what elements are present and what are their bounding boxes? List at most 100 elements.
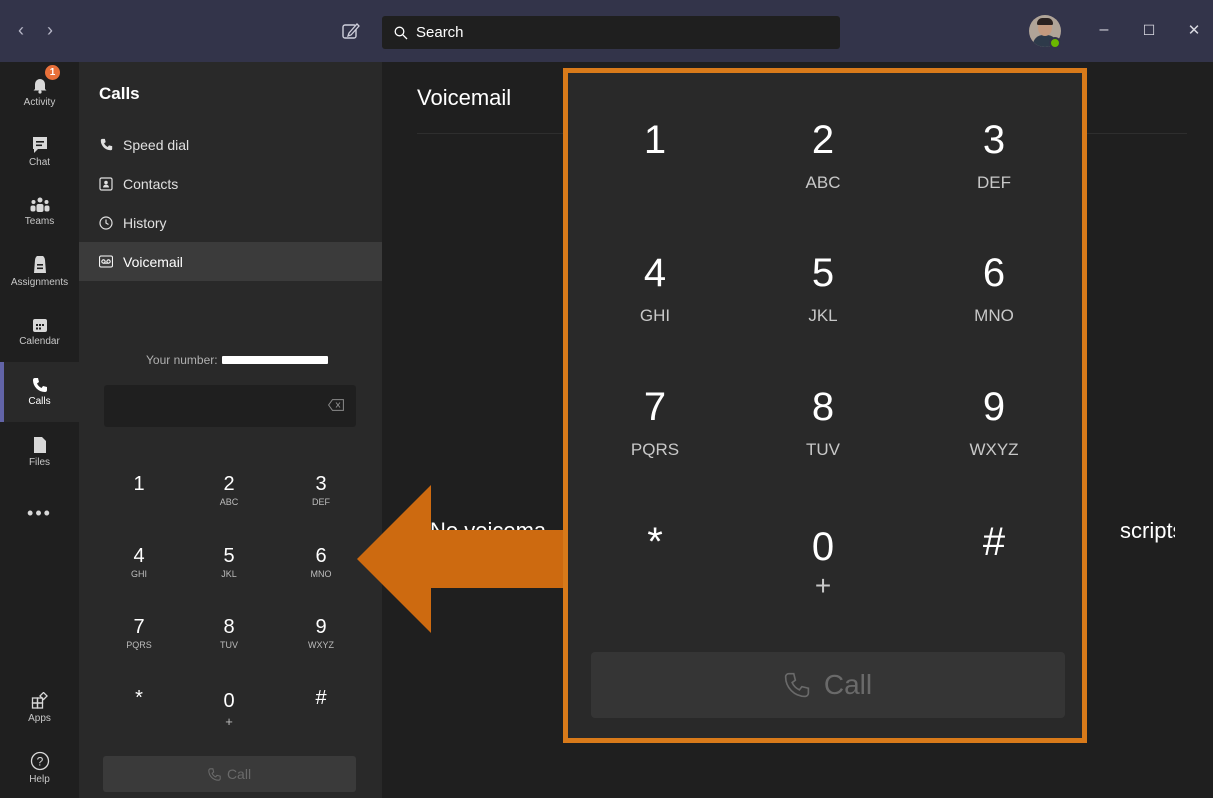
app-activity[interactable]: 1 Activity <box>0 62 79 122</box>
zoom-key-6[interactable]: 6 MNO <box>934 250 1054 326</box>
nav-speed-dial[interactable]: Speed dial <box>79 125 382 164</box>
app-label: Teams <box>24 216 55 227</box>
app-assignments[interactable]: Assignments <box>0 242 79 302</box>
key-digit: # <box>315 687 327 709</box>
calendar-icon <box>32 319 47 332</box>
file-icon <box>33 437 46 453</box>
dialpad-key-0[interactable]: 0 + <box>194 689 264 729</box>
key-digit: 9 <box>315 616 327 638</box>
key-digit: * <box>647 520 663 564</box>
dialpad-key-star[interactable]: * <box>104 686 174 711</box>
your-number: Your number: <box>146 353 328 367</box>
key-letters: DEF <box>312 497 330 507</box>
app-teams[interactable]: Teams <box>0 182 79 242</box>
zoom-key-9[interactable]: 9 WXYZ <box>934 384 1054 460</box>
key-letters: PQRS <box>126 640 152 650</box>
dial-input[interactable] <box>104 385 356 427</box>
key-letters: JKL <box>221 569 237 579</box>
teams-icon <box>30 197 49 212</box>
key-digit: 5 <box>811 251 835 295</box>
zoom-call-button[interactable]: Call <box>591 652 1065 718</box>
title-bar: ‹ › Search – ☐ ✕ <box>0 0 1213 62</box>
app-files[interactable]: Files <box>0 422 79 482</box>
clock-icon <box>99 215 113 230</box>
zoom-key-1[interactable]: 1 <box>595 117 715 173</box>
key-digit: * <box>135 687 143 709</box>
key-digit: 5 <box>223 545 235 567</box>
zoom-key-7[interactable]: 7 PQRS <box>595 384 715 460</box>
new-chat-icon[interactable] <box>341 21 361 41</box>
key-digit: 2 <box>223 473 235 495</box>
key-digit: 4 <box>643 251 667 295</box>
backspace-icon[interactable] <box>328 399 344 411</box>
search-input[interactable]: Search <box>382 16 840 49</box>
key-digit: 6 <box>982 251 1006 295</box>
dialpad-key-6[interactable]: 6 MNO <box>286 544 356 579</box>
dialpad-key-3[interactable]: 3 DEF <box>286 472 356 507</box>
svg-text:?: ? <box>36 755 43 769</box>
your-number-label: Your number: <box>146 353 218 367</box>
zoom-key-0[interactable]: 0 + <box>763 524 883 602</box>
contacts-icon <box>99 176 113 191</box>
key-letters: TUV <box>220 640 238 650</box>
app-label: Help <box>29 774 50 785</box>
nav-contacts[interactable]: Contacts <box>79 164 382 203</box>
zoomed-dialpad: 1 2 ABC 3 DEF 4 GHI 5 JKL 6 MNO 7 PQRS 8 TUV 9 W… <box>563 68 1087 743</box>
key-digit: 6 <box>315 545 327 567</box>
phone-icon <box>99 138 113 152</box>
phone-icon <box>784 672 810 698</box>
key-digit: 1 <box>643 118 667 162</box>
key-letters: TUV <box>806 440 840 459</box>
app-help[interactable]: ? Help <box>0 738 79 798</box>
key-digit: 7 <box>133 616 145 638</box>
search-icon <box>394 26 408 39</box>
dialpad-key-8[interactable]: 8 TUV <box>194 615 264 650</box>
key-digit: 0 <box>223 690 235 712</box>
dialpad-key-7[interactable]: 7 PQRS <box>104 615 174 650</box>
key-digit: 9 <box>982 385 1006 429</box>
zoom-key-3[interactable]: 3 DEF <box>934 117 1054 193</box>
app-label: Calendar <box>19 336 60 347</box>
app-chat[interactable]: Chat <box>0 122 79 182</box>
app-apps[interactable]: Apps <box>0 678 79 738</box>
app-label: Files <box>28 457 51 468</box>
assignments-icon <box>33 256 46 273</box>
chevron-left-icon[interactable]: ‹ <box>18 20 24 41</box>
nav-history[interactable]: History <box>79 203 382 242</box>
zoom-key-hash[interactable]: # <box>934 519 1054 575</box>
more-apps-button[interactable]: ••• <box>0 503 79 524</box>
zoom-key-2[interactable]: 2 ABC <box>763 117 883 193</box>
search-placeholder: Search <box>416 24 464 41</box>
voicemail-icon <box>99 255 113 269</box>
key-letters: GHI <box>130 569 147 579</box>
key-digit: 3 <box>315 473 327 495</box>
presence-badge <box>1049 37 1061 49</box>
zoom-key-8[interactable]: 8 TUV <box>763 384 883 460</box>
nav-voicemail[interactable]: Voicemail <box>79 242 382 281</box>
dialpad-key-5[interactable]: 5 JKL <box>194 544 264 579</box>
minimize-button[interactable]: – <box>1093 19 1115 41</box>
dialpad-key-1[interactable]: 1 <box>104 472 174 497</box>
dialpad-key-9[interactable]: 9 WXYZ <box>286 615 356 650</box>
redacted-number <box>221 356 328 364</box>
chevron-right-icon[interactable]: › <box>47 20 53 41</box>
chat-icon <box>32 137 47 153</box>
key-letters: DEF <box>977 173 1011 192</box>
zoom-key-5[interactable]: 5 JKL <box>763 250 883 326</box>
help-icon: ? <box>30 751 49 771</box>
dialpad-key-2[interactable]: 2 ABC <box>194 472 264 507</box>
dialpad-key-4[interactable]: 4 GHI <box>104 544 174 579</box>
dialpad-key-hash[interactable]: # <box>286 686 356 711</box>
maximize-button[interactable]: ☐ <box>1138 19 1160 41</box>
zoom-key-star[interactable]: * <box>595 519 715 575</box>
key-digit: 1 <box>133 473 145 495</box>
app-calls[interactable]: Calls <box>0 362 79 422</box>
call-button[interactable]: Call <box>103 756 356 792</box>
key-digit: 3 <box>982 118 1006 162</box>
close-button[interactable]: ✕ <box>1183 19 1205 41</box>
app-label: Chat <box>28 157 51 168</box>
app-calendar[interactable]: Calendar <box>0 302 79 362</box>
app-label: Calls <box>28 396 51 407</box>
key-letters: + <box>814 570 832 601</box>
zoom-key-4[interactable]: 4 GHI <box>595 250 715 326</box>
